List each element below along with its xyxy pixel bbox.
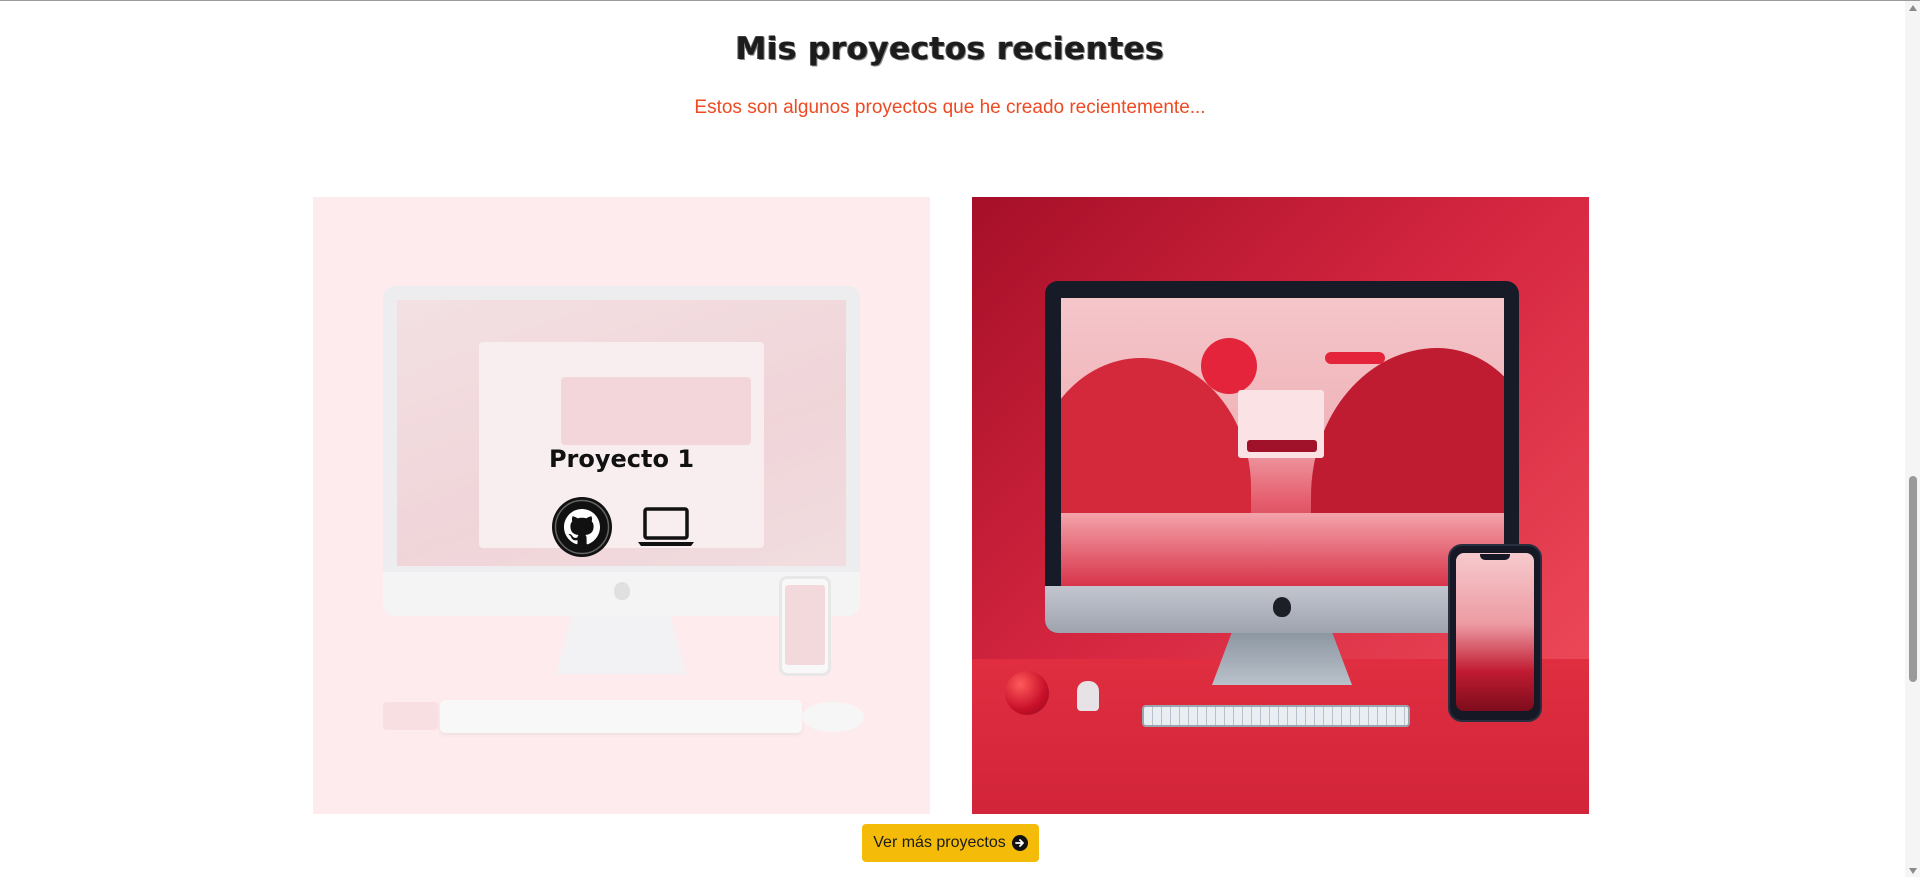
apple-logo-icon bbox=[1273, 597, 1291, 617]
screen-sun bbox=[1201, 338, 1257, 394]
page: Mis proyectos recientes Estos son alguno… bbox=[0, 0, 1920, 877]
monitor-stand bbox=[1212, 633, 1352, 685]
arrow-right-circle-icon bbox=[1011, 835, 1028, 851]
project-links bbox=[550, 495, 698, 559]
project-title: Proyecto 1 bbox=[548, 445, 695, 473]
scrollbar-thumb[interactable] bbox=[1909, 476, 1917, 682]
project-card-1[interactable]: Proyecto 1 bbox=[313, 197, 930, 814]
section-title: Mis proyectos recientes bbox=[735, 31, 1165, 67]
github-icon[interactable] bbox=[550, 495, 614, 559]
more-projects-button[interactable]: Ver más proyectos bbox=[862, 824, 1039, 862]
phone-screen bbox=[1456, 553, 1534, 711]
more-projects-label: Ver más proyectos bbox=[873, 834, 1006, 851]
screen-lake bbox=[1061, 513, 1504, 586]
section-subtitle: Estos son algunos proyectos que he cread… bbox=[694, 97, 1206, 118]
scroll-down-icon[interactable] bbox=[1909, 868, 1917, 874]
figurine-image bbox=[1077, 681, 1099, 711]
scroll-up-icon[interactable] bbox=[1909, 5, 1917, 11]
page-scrollbar[interactable] bbox=[1905, 1, 1920, 877]
keyboard-image bbox=[1142, 705, 1410, 727]
laptop-icon[interactable] bbox=[634, 495, 698, 559]
screen-login-button bbox=[1247, 440, 1317, 452]
phone-notch bbox=[1480, 554, 1510, 560]
apple-fruit-image bbox=[1005, 671, 1049, 715]
monitor-screen bbox=[1061, 298, 1504, 586]
screen-cta bbox=[1325, 352, 1385, 364]
project-card-2[interactable] bbox=[972, 197, 1589, 814]
